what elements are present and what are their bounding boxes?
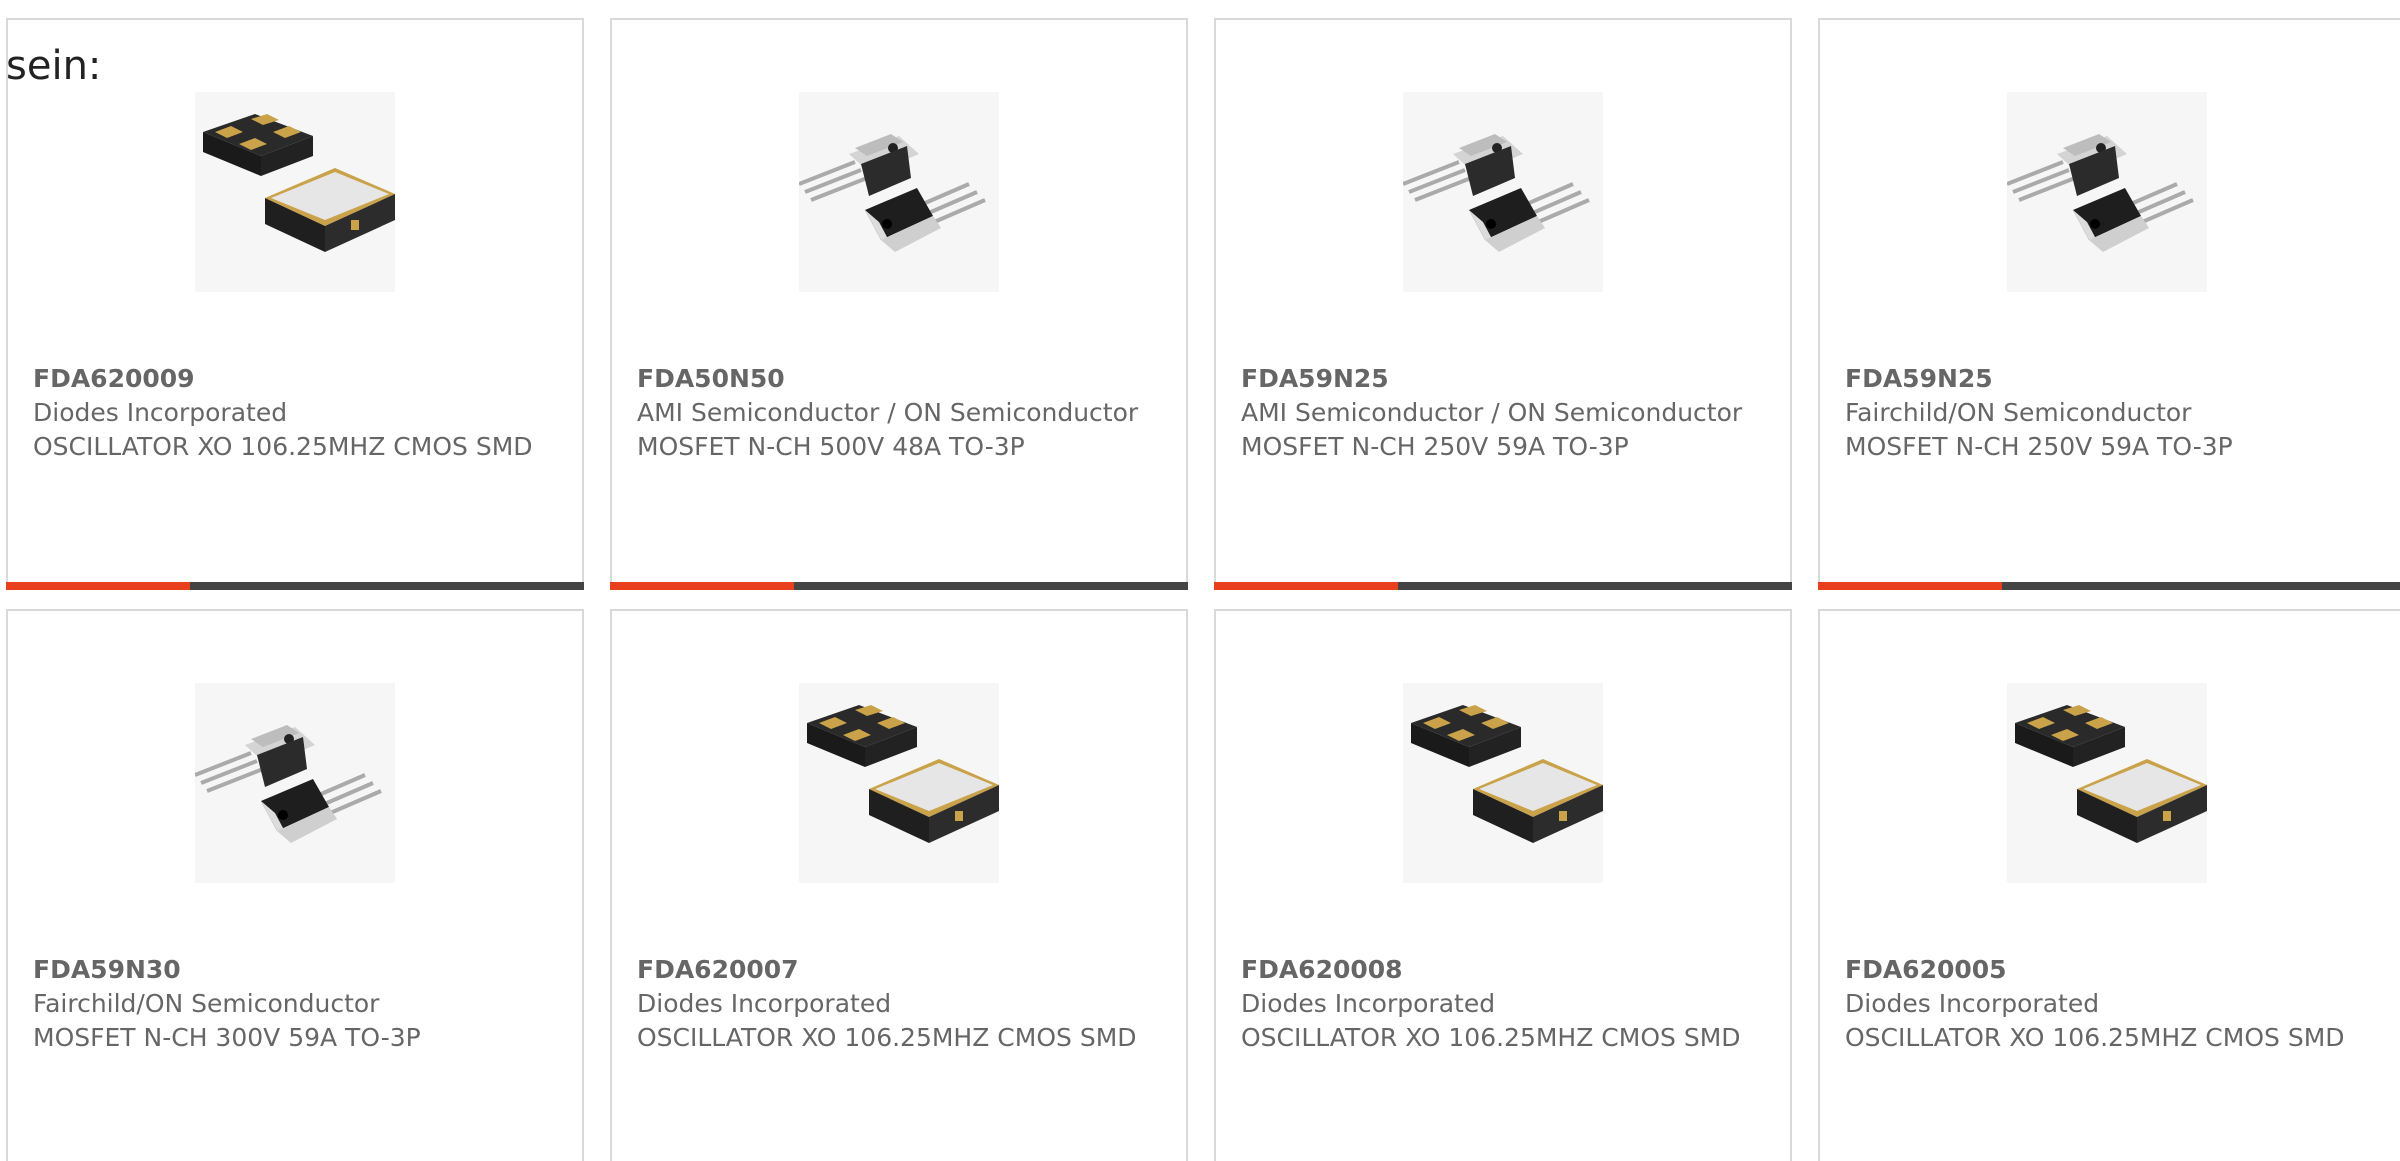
card-accent-strip — [610, 582, 794, 590]
product-description: MOSFET N-CH 250V 59A TO-3P — [1845, 432, 2233, 461]
manufacturer-name: Diodes Incorporated — [33, 398, 288, 427]
manufacturer-name: AMI Semiconductor / ON Semiconductor — [637, 398, 1139, 427]
product-image[interactable] — [195, 92, 395, 292]
card-accent-strip — [1214, 582, 1398, 590]
product-description: OSCILLATOR XO 106.25MHZ CMOS SMD — [637, 1023, 1137, 1052]
product-info: FDA59N25 Fairchild/ON Semiconductor MOSF… — [1845, 362, 2365, 464]
product-info: FDA620009 Diodes Incorporated OSCILLATOR… — [33, 362, 553, 464]
product-card[interactable]: FDA620008 Diodes Incorporated OSCILLATOR… — [1214, 609, 1792, 1161]
card-bottom-bar — [1214, 582, 1792, 590]
oscillator-smd-icon — [807, 705, 999, 843]
product-image[interactable] — [195, 683, 395, 883]
oscillator-smd-icon — [1411, 705, 1603, 843]
oscillator-smd-icon — [203, 114, 395, 252]
part-number-link[interactable]: FDA59N25 — [1241, 362, 1761, 396]
product-image[interactable] — [2007, 92, 2207, 292]
product-image[interactable] — [2007, 683, 2207, 883]
product-description: OSCILLATOR XO 106.25MHZ CMOS SMD — [1241, 1023, 1741, 1052]
product-card[interactable]: FDA620009 Diodes Incorporated OSCILLATOR… — [6, 18, 584, 590]
manufacturer-name: Diodes Incorporated — [1241, 989, 1496, 1018]
product-card[interactable]: FDA59N25 AMI Semiconductor / ON Semicond… — [1214, 18, 1792, 590]
product-info: FDA50N50 AMI Semiconductor / ON Semicond… — [637, 362, 1157, 464]
card-accent-strip — [6, 582, 190, 590]
part-number-link[interactable]: FDA620007 — [637, 953, 1157, 987]
product-description: MOSFET N-CH 250V 59A TO-3P — [1241, 432, 1629, 461]
part-number-link[interactable]: FDA620009 — [33, 362, 553, 396]
product-description: OSCILLATOR XO 106.25MHZ CMOS SMD — [33, 432, 533, 461]
manufacturer-name: AMI Semiconductor / ON Semiconductor — [1241, 398, 1743, 427]
product-info: FDA620008 Diodes Incorporated OSCILLATOR… — [1241, 953, 1761, 1055]
product-card[interactable]: FDA59N30 Fairchild/ON Semiconductor MOSF… — [6, 609, 584, 1161]
card-bottom-bar — [6, 582, 584, 590]
to3p-transistor-icon — [2007, 134, 2194, 252]
product-info: FDA59N25 AMI Semiconductor / ON Semicond… — [1241, 362, 1761, 464]
part-number-link[interactable]: FDA50N50 — [637, 362, 1157, 396]
part-number-link[interactable]: FDA59N25 — [1845, 362, 2365, 396]
to3p-transistor-icon — [799, 134, 986, 252]
to3p-transistor-icon — [1403, 134, 1590, 252]
product-image[interactable] — [799, 92, 999, 292]
manufacturer-name: Fairchild/ON Semiconductor — [1845, 398, 2192, 427]
manufacturer-name: Diodes Incorporated — [1845, 989, 2100, 1018]
part-number-link[interactable]: FDA620008 — [1241, 953, 1761, 987]
card-bottom-bar — [1818, 582, 2400, 590]
part-number-link[interactable]: FDA59N30 — [33, 953, 553, 987]
product-description: OSCILLATOR XO 106.25MHZ CMOS SMD — [1845, 1023, 2345, 1052]
product-card[interactable]: FDA50N50 AMI Semiconductor / ON Semicond… — [610, 18, 1188, 590]
oscillator-smd-icon — [2015, 705, 2207, 843]
product-image[interactable] — [1403, 92, 1603, 292]
intro-text: sein: — [6, 43, 102, 89]
page: sein: FDA620009 Diodes Incorporated OSCI… — [0, 0, 2400, 1161]
part-number-link[interactable]: FDA620005 — [1845, 953, 2365, 987]
manufacturer-name: Fairchild/ON Semiconductor — [33, 989, 380, 1018]
product-description: MOSFET N-CH 500V 48A TO-3P — [637, 432, 1025, 461]
manufacturer-name: Diodes Incorporated — [637, 989, 892, 1018]
product-card[interactable]: FDA59N25 Fairchild/ON Semiconductor MOSF… — [1818, 18, 2400, 590]
product-card[interactable]: FDA620005 Diodes Incorporated OSCILLATOR… — [1818, 609, 2400, 1161]
product-image[interactable] — [799, 683, 999, 883]
product-info: FDA620005 Diodes Incorporated OSCILLATOR… — [1845, 953, 2365, 1055]
product-info: FDA59N30 Fairchild/ON Semiconductor MOSF… — [33, 953, 553, 1055]
product-grid: FDA620009 Diodes Incorporated OSCILLATOR… — [0, 0, 2400, 1161]
card-accent-strip — [1818, 582, 2002, 590]
to3p-transistor-icon — [195, 725, 382, 843]
product-description: MOSFET N-CH 300V 59A TO-3P — [33, 1023, 421, 1052]
product-card[interactable]: FDA620007 Diodes Incorporated OSCILLATOR… — [610, 609, 1188, 1161]
product-info: FDA620007 Diodes Incorporated OSCILLATOR… — [637, 953, 1157, 1055]
product-image[interactable] — [1403, 683, 1603, 883]
card-bottom-bar — [610, 582, 1188, 590]
